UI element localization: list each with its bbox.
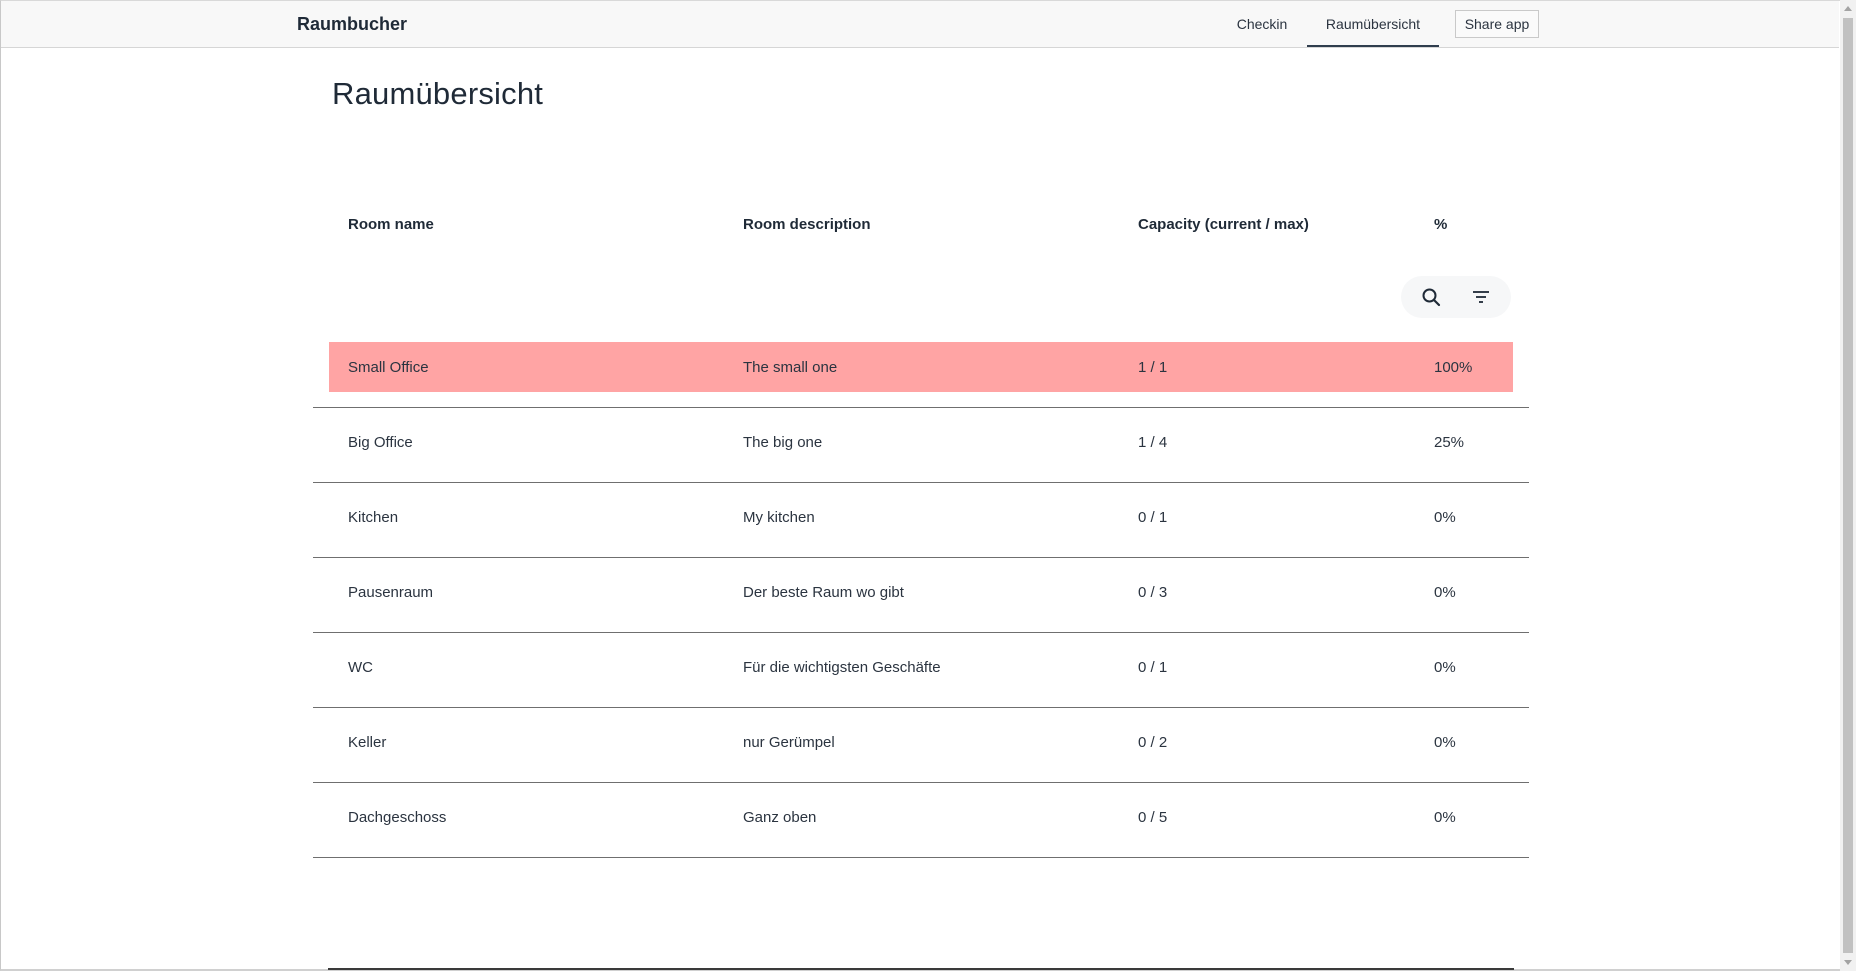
cell-room-description: Ganz oben bbox=[743, 809, 817, 826]
cell-percent: 0% bbox=[1434, 584, 1456, 601]
cell-room-name: Kitchen bbox=[348, 509, 399, 526]
row-highlight bbox=[329, 342, 1513, 392]
table-row[interactable]: Small Office The small one 1 / 1 100% bbox=[313, 333, 1529, 408]
cell-percent: 0% bbox=[1434, 659, 1456, 676]
tab-raumuebersicht[interactable]: Raumübersicht bbox=[1307, 1, 1439, 47]
cell-capacity: 1 / 1 bbox=[1138, 359, 1168, 376]
cell-capacity: 0 / 2 bbox=[1138, 734, 1168, 751]
scroll-thumb[interactable] bbox=[1843, 18, 1853, 953]
cell-room-description: My kitchen bbox=[743, 509, 815, 526]
cell-percent: 25% bbox=[1434, 434, 1465, 451]
vertical-scrollbar[interactable] bbox=[1840, 0, 1856, 971]
cell-percent: 0% bbox=[1434, 734, 1456, 751]
search-button[interactable] bbox=[1415, 281, 1447, 313]
search-icon bbox=[1422, 288, 1441, 307]
table-row[interactable]: Pausenraum Der beste Raum wo gibt 0 / 3 … bbox=[313, 558, 1529, 633]
app-brand[interactable]: Raumbucher bbox=[297, 14, 407, 35]
filter-icon bbox=[1473, 291, 1489, 303]
cell-percent: 0% bbox=[1434, 509, 1456, 526]
cell-room-name: Big Office bbox=[348, 434, 413, 451]
cell-percent: 0% bbox=[1434, 809, 1456, 826]
cell-room-description: Für die wichtigsten Geschäfte bbox=[743, 659, 941, 676]
scroll-down-icon[interactable] bbox=[1844, 960, 1852, 965]
table-row[interactable]: WC Für die wichtigsten Geschäfte 0 / 1 0… bbox=[313, 633, 1529, 708]
cell-room-description: nur Gerümpel bbox=[743, 734, 835, 751]
cell-percent: 100% bbox=[1434, 359, 1473, 376]
header-room-name[interactable]: Room name bbox=[348, 216, 434, 233]
table-row[interactable]: Keller nur Gerümpel 0 / 2 0% bbox=[313, 708, 1529, 783]
page-title: Raumübersicht bbox=[332, 76, 544, 111]
header-room-description[interactable]: Room description bbox=[743, 216, 871, 233]
header-capacity[interactable]: Capacity (current / max) bbox=[1138, 216, 1309, 233]
cell-capacity: 0 / 5 bbox=[1138, 809, 1168, 826]
table-footer-divider bbox=[328, 968, 1514, 970]
table-row[interactable]: Kitchen My kitchen 0 / 1 0% bbox=[313, 483, 1529, 558]
cell-room-name: WC bbox=[348, 659, 373, 676]
header-percent[interactable]: % bbox=[1434, 216, 1447, 233]
tab-checkin[interactable]: Checkin bbox=[1222, 1, 1302, 47]
top-navbar: Raumbucher Checkin Raumübersicht Share a… bbox=[1, 1, 1839, 48]
cell-room-description: The small one bbox=[743, 359, 838, 376]
cell-room-name: Dachgeschoss bbox=[348, 809, 447, 826]
filter-button[interactable] bbox=[1465, 281, 1497, 313]
table-row[interactable]: Big Office The big one 1 / 4 25% bbox=[313, 408, 1529, 483]
cell-room-description: The big one bbox=[743, 434, 823, 451]
cell-capacity: 0 / 1 bbox=[1138, 659, 1168, 676]
cell-room-name: Small Office bbox=[348, 359, 429, 376]
table-row[interactable]: Dachgeschoss Ganz oben 0 / 5 0% bbox=[313, 783, 1529, 858]
cell-capacity: 1 / 4 bbox=[1138, 434, 1168, 451]
cell-capacity: 0 / 1 bbox=[1138, 509, 1168, 526]
share-app-button[interactable]: Share app bbox=[1455, 10, 1539, 38]
cell-capacity: 0 / 3 bbox=[1138, 584, 1168, 601]
app-window: Raumbucher Checkin Raumübersicht Share a… bbox=[0, 0, 1840, 971]
table-toolbar bbox=[1401, 276, 1511, 318]
cell-room-name: Pausenraum bbox=[348, 584, 434, 601]
cell-room-description: Der beste Raum wo gibt bbox=[743, 584, 904, 601]
cell-room-name: Keller bbox=[348, 734, 387, 751]
scroll-up-icon[interactable] bbox=[1844, 6, 1852, 11]
